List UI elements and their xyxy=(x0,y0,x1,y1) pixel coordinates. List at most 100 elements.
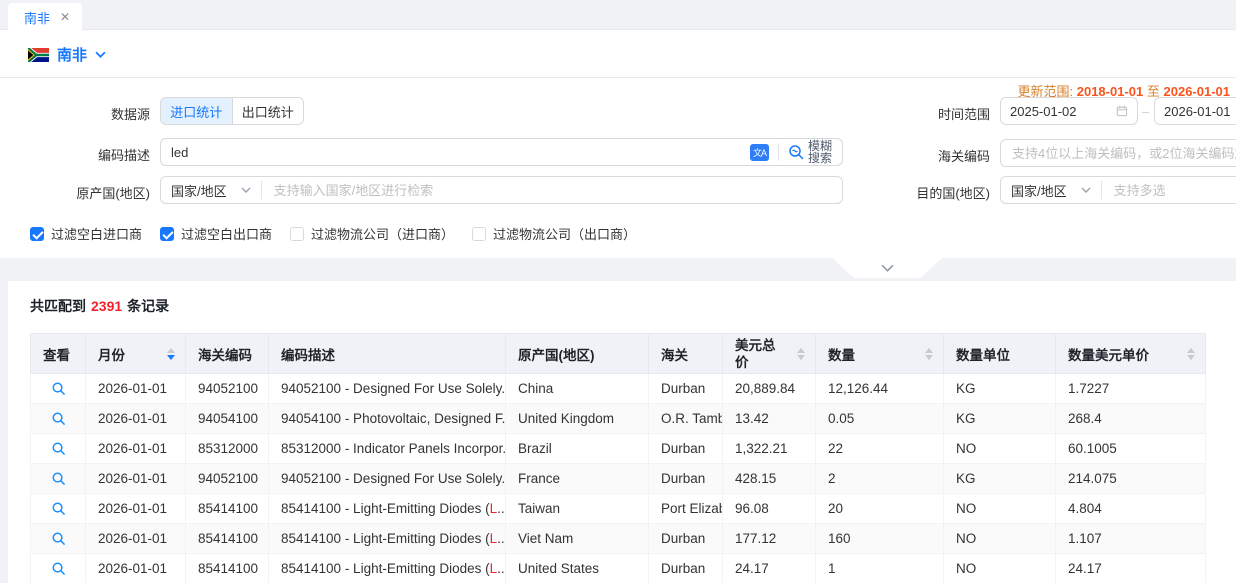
month-cell: 2026-01-01 xyxy=(86,524,186,554)
country-header[interactable]: 南非 xyxy=(28,44,106,65)
results-table: 查看月份海关编码编码描述原产国(地区)海关美元总价数量数量单位数量美元单价 20… xyxy=(30,333,1205,583)
filter-checkbox[interactable]: 过滤物流公司（进口商） xyxy=(290,224,454,243)
hs-code-label: 海关编码 xyxy=(840,146,990,165)
hs-code-cell: 85414100 xyxy=(186,494,269,524)
month-cell: 2026-01-01 xyxy=(86,494,186,524)
chevron-down-icon xyxy=(95,51,106,58)
column-label: 原产国(地区) xyxy=(518,348,595,363)
origin-select[interactable]: 国家/地区 xyxy=(161,181,261,200)
hs-code-cell: 94052100 xyxy=(186,374,269,404)
checkbox-unchecked-icon[interactable] xyxy=(472,227,486,241)
end-date-input[interactable] xyxy=(1164,104,1236,119)
dest-label: 目的国(地区) xyxy=(840,183,990,202)
magnifier-icon xyxy=(51,471,66,486)
unit-cell: NO xyxy=(944,524,1056,554)
desc-cell: 94054100 - Photovoltaic, Designed F... xyxy=(269,404,506,434)
fuzzy-search-button[interactable]: 模糊搜索 xyxy=(788,140,842,164)
desc-cell: 85414100 - Light-Emitting Diodes (L... xyxy=(269,524,506,554)
qty-cell: 0.05 xyxy=(816,404,944,434)
table-header-row: 查看月份海关编码编码描述原产国(地区)海关美元总价数量数量单位数量美元单价 xyxy=(31,334,1206,374)
dest-select[interactable]: 国家/地区 xyxy=(1001,181,1101,200)
tab-south-africa[interactable]: 南非 ✕ xyxy=(8,3,82,31)
col-customs: 海关 xyxy=(649,334,723,374)
checkbox-label: 过滤空白出口商 xyxy=(181,224,272,243)
dest-search-input[interactable] xyxy=(1102,183,1236,198)
hs-code-cell: 94054100 xyxy=(186,404,269,434)
col-qty[interactable]: 数量 xyxy=(816,334,944,374)
unit-price-cell: 60.1005 xyxy=(1056,434,1206,464)
month-cell: 2026-01-01 xyxy=(86,464,186,494)
end-date-picker[interactable] xyxy=(1154,97,1236,125)
page-gutter xyxy=(0,281,8,583)
col-month[interactable]: 月份 xyxy=(86,334,186,374)
view-cell xyxy=(31,434,86,464)
unit-cell: KG xyxy=(944,404,1056,434)
magnifier-icon xyxy=(51,441,66,456)
view-cell xyxy=(31,464,86,494)
view-button[interactable] xyxy=(47,438,69,460)
table-row: 2026-01-019405410094054100 - Photovoltai… xyxy=(31,404,1206,434)
customs-cell: Durban xyxy=(649,464,723,494)
checkbox-unchecked-icon[interactable] xyxy=(290,227,304,241)
collapse-panel-button[interactable] xyxy=(832,258,942,278)
time-range-label: 时间范围 xyxy=(840,104,990,123)
dest-select-value: 国家/地区 xyxy=(1011,181,1067,200)
result-summary: 共匹配到2391条记录 xyxy=(30,296,169,316)
view-button[interactable] xyxy=(47,558,69,580)
checkbox-checked-icon[interactable] xyxy=(30,227,44,241)
view-button[interactable] xyxy=(47,498,69,520)
qty-cell: 12,126.44 xyxy=(816,374,944,404)
col-view: 查看 xyxy=(31,334,86,374)
table-row: 2026-01-018541410085414100 - Light-Emitt… xyxy=(31,494,1206,524)
chevron-down-icon xyxy=(881,264,894,272)
origin-search-input[interactable] xyxy=(262,183,842,198)
tab-import-stats[interactable]: 进口统计 xyxy=(161,98,233,124)
column-label: 数量单位 xyxy=(956,348,1010,363)
view-button[interactable] xyxy=(47,528,69,550)
table-row: 2026-01-018541410085414100 - Light-Emitt… xyxy=(31,554,1206,583)
sort-icon[interactable] xyxy=(797,348,805,360)
fuzzy-search-icon xyxy=(788,144,804,160)
tab-bar: 南非 ✕ xyxy=(0,0,1236,30)
hs-code-cell: 85312000 xyxy=(186,434,269,464)
origin-cell: United States xyxy=(506,554,649,583)
start-date-picker[interactable] xyxy=(1000,97,1138,125)
sort-icon[interactable] xyxy=(925,348,933,360)
desc-cell: 85414100 - Light-Emitting Diodes (L... xyxy=(269,554,506,583)
column-label: 查看 xyxy=(43,348,70,363)
sort-icon[interactable] xyxy=(167,348,175,360)
customs-cell: O.R. Tamb... xyxy=(649,404,723,434)
view-cell xyxy=(31,374,86,404)
desc-cell: 94052100 - Designed For Use Solely... xyxy=(269,374,506,404)
translate-icon[interactable]: 文A xyxy=(750,144,769,161)
view-cell xyxy=(31,554,86,583)
col-usd-total[interactable]: 美元总价 xyxy=(723,334,816,374)
search-highlight: L xyxy=(490,531,498,546)
filter-checkbox[interactable]: 过滤空白进口商 xyxy=(30,224,142,243)
code-desc-input[interactable] xyxy=(161,145,750,160)
customs-cell: Durban xyxy=(649,374,723,404)
summary-suffix: 条记录 xyxy=(127,298,169,314)
hs-code-input[interactable] xyxy=(1012,146,1236,161)
column-label: 海关 xyxy=(661,348,688,363)
start-date-input[interactable] xyxy=(1010,104,1110,119)
search-highlight: L xyxy=(490,501,498,516)
sort-icon[interactable] xyxy=(1187,348,1195,360)
checkbox-checked-icon[interactable] xyxy=(160,227,174,241)
view-button[interactable] xyxy=(47,378,69,400)
group-divider xyxy=(778,143,779,161)
column-label: 美元总价 xyxy=(735,338,776,370)
desc-cell: 85312000 - Indicator Panels Incorpor... xyxy=(269,434,506,464)
view-cell xyxy=(31,404,86,434)
view-button[interactable] xyxy=(47,408,69,430)
col-desc: 编码描述 xyxy=(269,334,506,374)
filter-checkbox[interactable]: 过滤空白出口商 xyxy=(160,224,272,243)
view-button[interactable] xyxy=(47,468,69,490)
filter-checkbox[interactable]: 过滤物流公司（出口商） xyxy=(472,224,636,243)
close-icon[interactable]: ✕ xyxy=(60,10,70,24)
customs-cell: Port Elizab... xyxy=(649,494,723,524)
tab-export-stats[interactable]: 出口统计 xyxy=(233,98,304,124)
col-usd-unit-price[interactable]: 数量美元单价 xyxy=(1056,334,1206,374)
table-row: 2026-01-018541410085414100 - Light-Emitt… xyxy=(31,524,1206,554)
magnifier-icon xyxy=(51,531,66,546)
